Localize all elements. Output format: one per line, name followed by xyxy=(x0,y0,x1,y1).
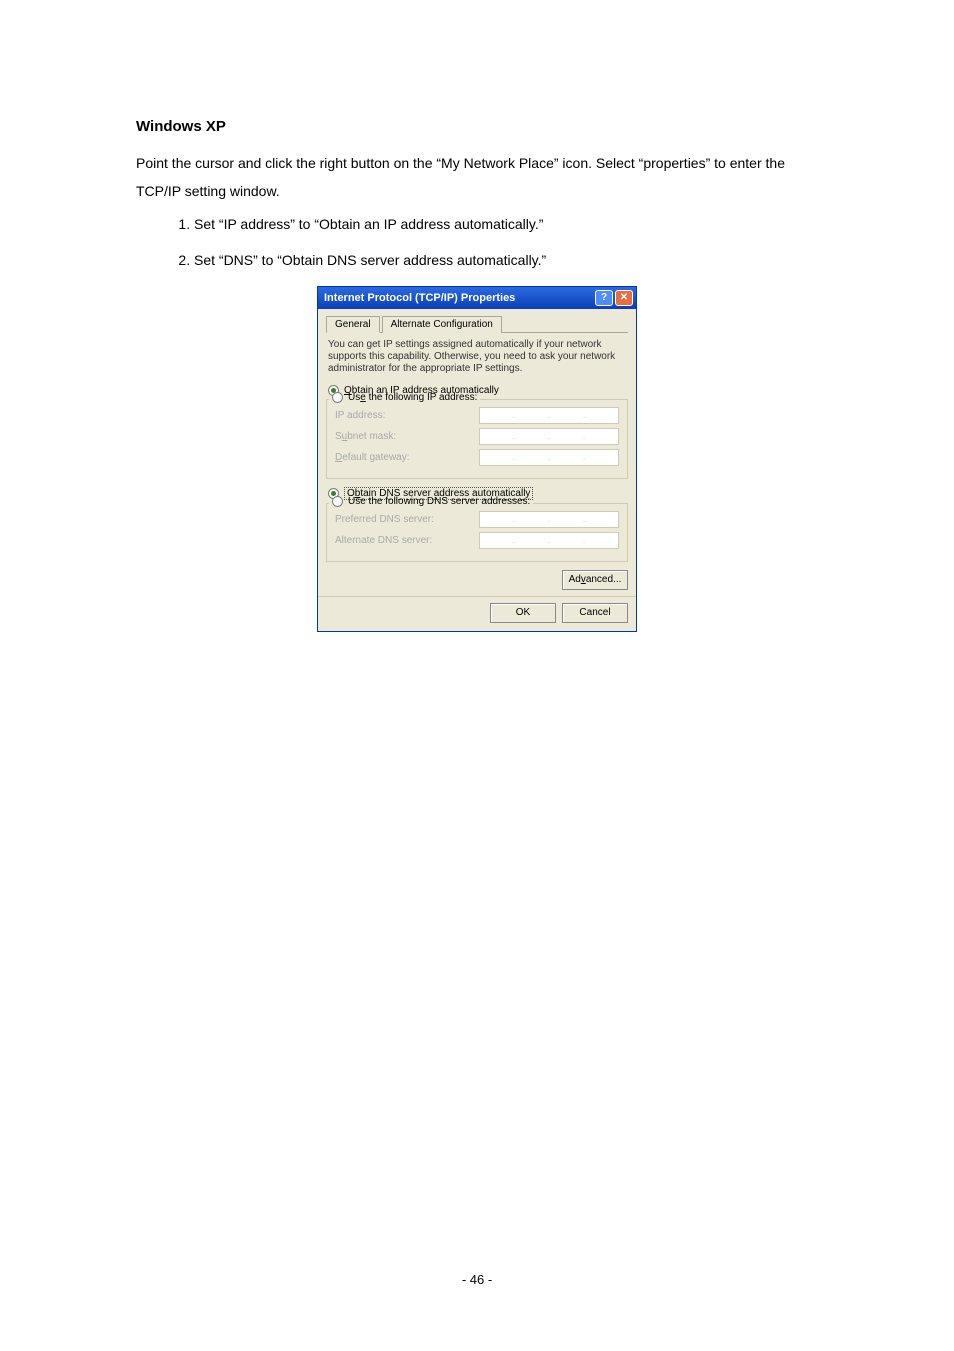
dialog-description: You can get IP settings assigned automat… xyxy=(328,339,626,375)
dns-fieldset: Use the following DNS server addresses: … xyxy=(326,503,628,562)
preferred-dns-label: Preferred DNS server: xyxy=(335,514,434,525)
ip-fieldset: Use the following IP address: IP address… xyxy=(326,399,628,479)
help-icon: ? xyxy=(601,292,607,303)
ip-address-label: IP address: xyxy=(335,410,385,421)
dialog-tabs: General Alternate Configuration xyxy=(326,315,628,333)
tcpip-properties-dialog: Internet Protocol (TCP/IP) Properties ? … xyxy=(317,286,637,632)
close-button[interactable]: ✕ xyxy=(615,290,633,306)
alternate-dns-input[interactable]: ... xyxy=(479,532,619,549)
dialog-titlebar[interactable]: Internet Protocol (TCP/IP) Properties ? … xyxy=(318,287,636,309)
section-heading: Windows XP xyxy=(136,118,818,135)
intro-paragraph: Point the cursor and click the right but… xyxy=(136,149,818,205)
subnet-mask-label: Subnet mask: xyxy=(335,431,396,442)
radio-use-ip[interactable]: Use the following IP address: xyxy=(329,392,480,403)
ok-button[interactable]: OK xyxy=(490,603,556,623)
radio-icon xyxy=(332,496,343,507)
radio-use-dns[interactable]: Use the following DNS server addresses: xyxy=(329,496,533,507)
cancel-button[interactable]: Cancel xyxy=(562,603,628,623)
preferred-dns-input[interactable]: ... xyxy=(479,511,619,528)
tab-general[interactable]: General xyxy=(326,316,380,333)
dialog-title: Internet Protocol (TCP/IP) Properties xyxy=(324,292,515,304)
radio-label: Use the following DNS server addresses: xyxy=(348,496,530,507)
help-button[interactable]: ? xyxy=(595,290,613,306)
steps-list: Set “IP address” to “Obtain an IP addres… xyxy=(136,213,818,272)
step-item: Set “DNS” to “Obtain DNS server address … xyxy=(194,249,818,271)
tab-alternate-configuration[interactable]: Alternate Configuration xyxy=(382,316,502,333)
advanced-button[interactable]: Advanced... xyxy=(562,570,628,590)
radio-label: Use the following IP address: xyxy=(348,392,477,403)
alternate-dns-label: Alternate DNS server: xyxy=(335,535,432,546)
close-icon: ✕ xyxy=(620,292,628,303)
subnet-mask-input[interactable]: ... xyxy=(479,428,619,445)
default-gateway-input[interactable]: ... xyxy=(479,449,619,466)
page-number: - 46 - xyxy=(0,1272,954,1287)
ip-address-input[interactable]: ... xyxy=(479,407,619,424)
default-gateway-label: Default gateway: xyxy=(335,452,410,463)
step-item: Set “IP address” to “Obtain an IP addres… xyxy=(194,213,818,235)
radio-icon xyxy=(332,392,343,403)
